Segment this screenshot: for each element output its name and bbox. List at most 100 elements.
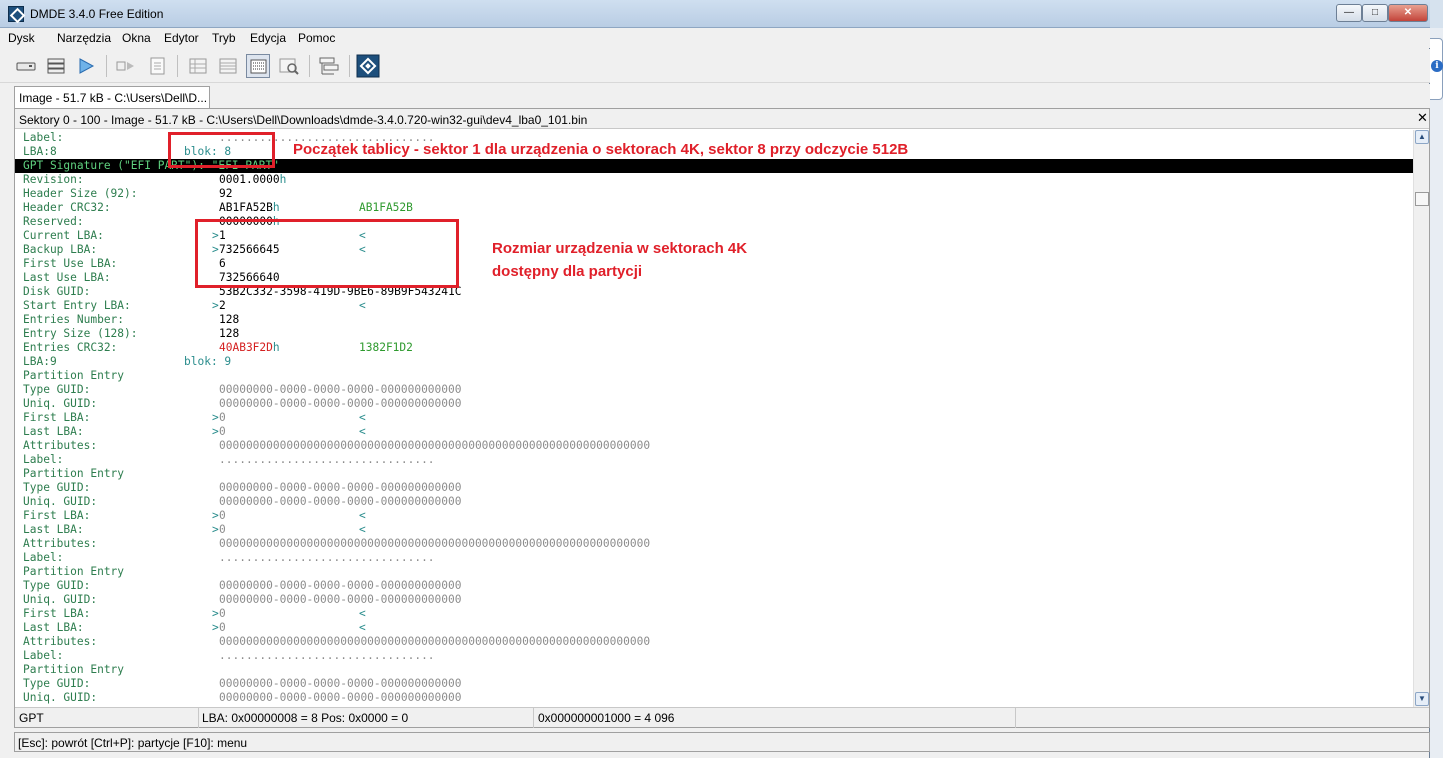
partitions-icon[interactable] <box>44 54 68 78</box>
tab-image[interactable]: Image - 51.7 kB - C:\Users\Dell\D... <box>14 86 210 108</box>
row-value: 0 <box>219 509 226 522</box>
content-row[interactable]: Attributes: 00000000000000000000000000000… <box>15 537 1413 551</box>
content-row[interactable]: First LBA: >0 < <box>15 509 1413 523</box>
content-row[interactable]: Label:................................ <box>15 551 1413 565</box>
layout-icon[interactable] <box>317 54 341 78</box>
content-row[interactable]: Type GUID: 00000000-0000-0000-0000-000000… <box>15 579 1413 593</box>
menu-edytor[interactable]: Edytor <box>164 31 199 45</box>
content-row[interactable]: Type GUID: 00000000-0000-0000-0000-000000… <box>15 383 1413 397</box>
content-row[interactable]: Header CRC32: AB1FA52Bh AB1FA52B <box>15 201 1413 215</box>
app-icon[interactable] <box>8 6 24 22</box>
toolbar-separator <box>309 55 310 77</box>
content-row[interactable]: Label:................................ <box>15 649 1413 663</box>
row-end-marker: < <box>359 411 366 424</box>
new-file-icon[interactable] <box>146 54 170 78</box>
dmde-logo-icon[interactable] <box>356 54 380 78</box>
content-row[interactable]: Last LBA: >0 < <box>15 425 1413 439</box>
sector-content[interactable]: Label:................................ LB… <box>15 130 1413 707</box>
content-row[interactable]: Type GUID: 00000000-0000-0000-0000-000000… <box>15 481 1413 495</box>
grid-icon[interactable] <box>216 54 240 78</box>
scroll-up-icon[interactable]: ▲ <box>1415 130 1429 144</box>
menu-pomoc[interactable]: Pomoc <box>298 31 335 45</box>
info-icon[interactable]: i <box>1431 60 1443 72</box>
status-separator <box>533 708 534 728</box>
row-label: Type GUID: <box>23 677 91 690</box>
panel-close-icon[interactable]: ✕ <box>1417 111 1428 125</box>
row-label: Attributes: <box>23 537 98 550</box>
row-marker: > <box>212 411 219 424</box>
content-row[interactable]: Entries CRC32: 40AB3F2Dh 1382F1D2 <box>15 341 1413 355</box>
status-separator <box>1015 708 1016 728</box>
menu-tryb[interactable]: Tryb <box>212 31 236 45</box>
panel-title: Sektory 0 - 100 - Image - 51.7 kB - C:\U… <box>19 113 588 127</box>
row-marker: > <box>212 621 219 634</box>
play-icon[interactable] <box>74 54 98 78</box>
content-row[interactable]: Uniq. GUID: 00000000-0000-0000-0000-00000… <box>15 495 1413 509</box>
content-row[interactable]: Partition Entry <box>15 565 1413 579</box>
row-label: Attributes: <box>23 439 98 452</box>
content-row[interactable]: Start Entry LBA: >2 < <box>15 299 1413 313</box>
row-value-text: 0001.0000 <box>219 173 280 186</box>
content-row[interactable]: First LBA: >0 < <box>15 411 1413 425</box>
menu-okna[interactable]: Okna <box>122 31 151 45</box>
row-value: 0001.0000h <box>219 173 286 187</box>
content-row[interactable]: Revision: 0001.0000h <box>15 173 1413 187</box>
scroll-down-icon[interactable]: ▼ <box>1415 692 1429 706</box>
toolbar-separator <box>106 55 107 77</box>
hint-bar: [Esc]: powrót [Ctrl+P]: partycje [F10]: … <box>14 732 1430 752</box>
menu-dysk[interactable]: Dysk <box>8 31 35 45</box>
vertical-scrollbar[interactable]: ▲ ▼ <box>1413 130 1429 707</box>
menu-narzedzia[interactable]: Narzędzia <box>57 31 111 45</box>
table-icon[interactable] <box>186 54 210 78</box>
row-value: 00000000-0000-0000-0000-000000000000 <box>219 383 462 396</box>
content-row[interactable]: Uniq. GUID: 00000000-0000-0000-0000-00000… <box>15 691 1413 705</box>
row-label: Label: <box>23 649 64 662</box>
row-value: 0 <box>219 621 226 634</box>
content-row[interactable]: Attributes: 00000000000000000000000000000… <box>15 439 1413 453</box>
forward-icon[interactable] <box>114 54 138 78</box>
disk-icon[interactable] <box>14 54 38 78</box>
maximize-button[interactable]: □ <box>1362 4 1388 22</box>
row-value: 40AB3F2Dh <box>219 341 280 355</box>
row-value: 00000000-0000-0000-0000-000000000000 <box>219 593 462 606</box>
content-row[interactable]: Partition Entry <box>15 369 1413 383</box>
status-value: 0x000000001000 = 4 096 <box>538 711 675 725</box>
content-row[interactable]: Entries Number: 128 <box>15 313 1413 327</box>
content-row[interactable]: LBA:9 blok: 9 <box>15 355 1413 369</box>
content-row[interactable]: Type GUID: 00000000-0000-0000-0000-000000… <box>15 677 1413 691</box>
search-icon[interactable] <box>277 54 301 78</box>
content-row[interactable]: Last LBA: >0 < <box>15 523 1413 537</box>
row-label: Last Use LBA: <box>23 271 111 284</box>
scroll-thumb[interactable] <box>1415 192 1429 206</box>
row-block: blok: 9 <box>184 355 232 368</box>
row-marker: > <box>212 607 219 620</box>
row-value: 00000000-0000-0000-0000-000000000000 <box>219 579 462 592</box>
menu-edycja[interactable]: Edycja <box>250 31 286 45</box>
row-end-marker: < <box>359 425 366 438</box>
content-row[interactable]: Partition Entry <box>15 663 1413 677</box>
sector-view-icon[interactable] <box>246 54 270 78</box>
row-label: Entries CRC32: <box>23 341 118 354</box>
content-row[interactable]: First LBA: >0 < <box>15 607 1413 621</box>
minimize-button[interactable]: — <box>1336 4 1362 22</box>
content-row[interactable]: Uniq. GUID: 00000000-0000-0000-0000-00000… <box>15 593 1413 607</box>
row-value: 00000000-0000-0000-0000-000000000000 <box>219 481 462 494</box>
content-row[interactable]: Attributes: 00000000000000000000000000000… <box>15 635 1413 649</box>
content-row[interactable]: Entry Size (128): 128 <box>15 327 1413 341</box>
annotation-box-size <box>195 219 459 288</box>
sector-panel: Sektory 0 - 100 - Image - 51.7 kB - C:\U… <box>14 108 1430 728</box>
row-label: Start Entry LBA: <box>23 299 131 312</box>
background-window-edge <box>1430 28 1443 758</box>
content-row[interactable]: Last LBA: >0 < <box>15 621 1413 635</box>
title-bar[interactable]: DMDE 3.4.0 Free Edition — □ ✕ <box>0 0 1430 28</box>
content-row[interactable]: Uniq. GUID: 00000000-0000-0000-0000-00000… <box>15 397 1413 411</box>
content-row[interactable]: Header Size (92): 92 <box>15 187 1413 201</box>
dmde-window: DMDE 3.4.0 Free Edition — □ ✕ Dysk Narzę… <box>0 0 1430 758</box>
content-row[interactable]: Partition Entry <box>15 467 1413 481</box>
content-row[interactable]: Label:................................ <box>15 453 1413 467</box>
close-button[interactable]: ✕ <box>1388 4 1428 22</box>
row-marker: > <box>212 509 219 522</box>
row-marker: > <box>212 425 219 438</box>
row-value: ................................ <box>219 453 435 466</box>
row-label: Type GUID: <box>23 481 91 494</box>
